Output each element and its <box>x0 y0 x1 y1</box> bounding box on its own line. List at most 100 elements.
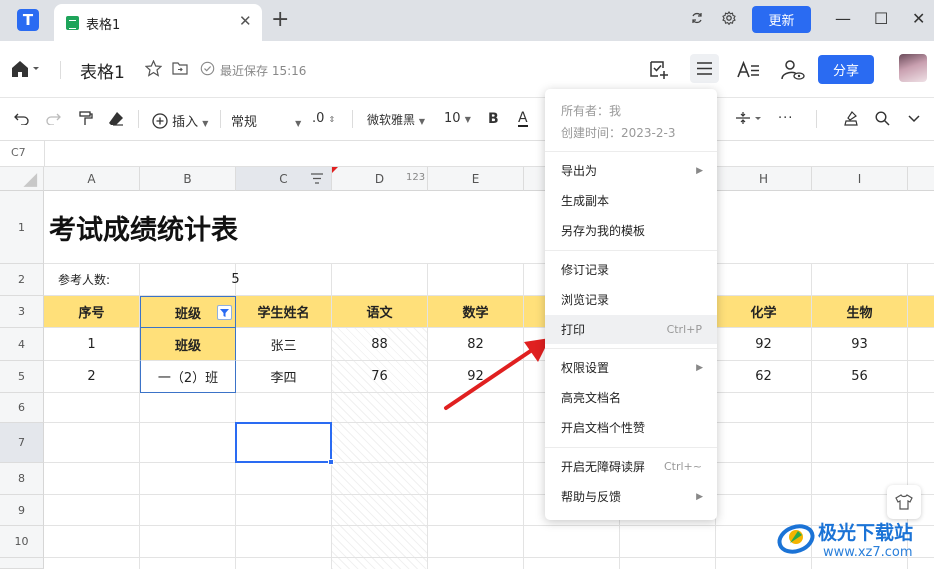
new-tab-button[interactable]: + <box>271 7 289 32</box>
minimize-button[interactable]: — <box>835 9 851 28</box>
menu-item-print[interactable]: 打印 Ctrl+P <box>545 315 717 344</box>
cell-b4[interactable]: 班级 <box>140 328 236 361</box>
theme-button[interactable] <box>887 485 921 519</box>
cell-b5[interactable]: 一（2）班 <box>140 361 236 393</box>
menu-item-view-history[interactable]: 浏览记录 <box>545 285 717 314</box>
row-header-6[interactable]: 6 <box>0 393 44 423</box>
font-family-select[interactable]: 微软雅黑 ▼ <box>367 111 425 128</box>
collaborator-view-icon[interactable] <box>781 59 805 81</box>
column-header-j[interactable] <box>908 167 934 191</box>
header-cell-h3[interactable]: 化学 <box>716 296 812 328</box>
user-avatar[interactable] <box>899 54 927 82</box>
cell-reference-box[interactable]: C7 <box>11 146 26 159</box>
update-button[interactable]: 更新 <box>752 6 811 33</box>
app-logo[interactable]: T <box>17 9 39 31</box>
search-icon[interactable] <box>875 111 890 126</box>
tab-document[interactable]: 表格1 ✕ <box>54 4 262 41</box>
header-cell-j3[interactable] <box>908 296 934 328</box>
redo-icon[interactable] <box>46 111 61 125</box>
row-header-1[interactable]: 1 <box>0 191 44 264</box>
participants-value-cell[interactable]: 5 <box>140 264 332 296</box>
menu-item-revision-history[interactable]: 修订记录 <box>545 255 717 284</box>
participants-label-cell[interactable]: 参考人数: <box>44 264 140 296</box>
menu-item-highlight-name[interactable]: 高亮文档名 <box>545 383 717 412</box>
close-window-button[interactable]: ✕ <box>912 9 925 28</box>
filter-menu-icon[interactable] <box>310 172 324 185</box>
row-header-10[interactable]: 10 <box>0 526 44 558</box>
fill-handle[interactable] <box>328 459 334 465</box>
settings-gear-icon[interactable] <box>722 11 736 25</box>
cell-a5[interactable]: 2 <box>44 361 140 393</box>
header-cell-e3[interactable]: 数学 <box>428 296 524 328</box>
column-header-a[interactable]: A <box>44 167 140 191</box>
column-header-e[interactable]: E <box>428 167 524 191</box>
document-title[interactable]: 表格1 <box>80 58 125 83</box>
column-header-c[interactable]: C <box>236 167 332 191</box>
text-format-icon[interactable] <box>737 60 761 80</box>
align-vertical-icon[interactable] <box>735 111 761 125</box>
decimal-label: .0 <box>312 111 325 126</box>
collapse-toolbar-icon[interactable] <box>907 111 921 125</box>
cell-i4[interactable]: 93 <box>812 328 908 361</box>
column-header-b[interactable]: B <box>140 167 236 191</box>
selected-cell-c7[interactable] <box>235 422 332 463</box>
chevron-right-icon: ▶ <box>696 491 703 502</box>
cell-c5[interactable]: 李四 <box>236 361 332 393</box>
cell-h4[interactable]: 92 <box>716 328 812 361</box>
share-button[interactable]: 分享 <box>818 55 874 84</box>
number-format-select[interactable]: 常规 ▼ <box>231 111 301 130</box>
home-icon[interactable] <box>11 60 39 78</box>
decimal-places-stepper[interactable]: .0 ⇕ <box>312 111 335 126</box>
row-header-3[interactable]: 3 <box>0 296 44 328</box>
cell-h5[interactable]: 62 <box>716 361 812 393</box>
more-menu-button[interactable] <box>690 54 719 83</box>
sync-icon[interactable] <box>690 11 704 25</box>
cell-c4[interactable]: 张三 <box>236 328 332 361</box>
cleaner-brush-icon[interactable] <box>843 111 859 126</box>
star-icon[interactable] <box>145 60 162 77</box>
cell-i5[interactable]: 56 <box>812 361 908 393</box>
font-color-button[interactable]: A <box>518 111 528 127</box>
column-header-h[interactable]: H <box>716 167 812 191</box>
format-painter-icon[interactable] <box>78 111 93 126</box>
menu-item-help-feedback[interactable]: 帮助与反馈 ▶ <box>545 482 717 511</box>
row-header-9[interactable]: 9 <box>0 495 44 526</box>
maximize-button[interactable]: ☐ <box>874 9 888 28</box>
undo-icon[interactable] <box>14 111 29 125</box>
menu-item-enable-likes[interactable]: 开启文档个性赞 <box>545 413 717 442</box>
annotation-arrow <box>444 338 550 410</box>
cell-a4[interactable]: 1 <box>44 328 140 361</box>
menu-item-duplicate[interactable]: 生成副本 <box>545 186 717 215</box>
eraser-icon[interactable] <box>108 111 124 126</box>
header-cell-i3[interactable]: 生物 <box>812 296 908 328</box>
tab-close-icon[interactable]: ✕ <box>239 12 252 30</box>
column-header-i[interactable]: I <box>812 167 908 191</box>
bold-button[interactable]: B <box>488 111 499 127</box>
insert-menu[interactable]: 插入 ▼ <box>152 111 208 130</box>
cell-d5[interactable]: 76 <box>332 361 428 393</box>
column-header-d[interactable]: D 123 <box>332 167 428 191</box>
header-cell-d3[interactable]: 语文 <box>332 296 428 328</box>
header-cell-c3[interactable]: 学生姓名 <box>236 296 332 328</box>
menu-item-permissions[interactable]: 权限设置 ▶ <box>545 353 717 382</box>
header-cell-b3[interactable]: 班级 <box>140 296 236 328</box>
row-header-8[interactable]: 8 <box>0 463 44 495</box>
row-header-5[interactable]: 5 <box>0 361 44 393</box>
font-size-select[interactable]: 10 ▼ <box>444 111 471 126</box>
sheet-title-cell[interactable]: 考试成绩统计表 <box>44 191 524 264</box>
move-to-folder-icon[interactable] <box>172 61 188 76</box>
cell-d4[interactable]: 88 <box>332 328 428 361</box>
formula-bar: C7 <box>0 141 934 167</box>
header-cell-a3[interactable]: 序号 <box>44 296 140 328</box>
menu-item-screen-reader[interactable]: 开启无障碍读屏 Ctrl+~ <box>545 452 717 481</box>
row-header-4[interactable]: 4 <box>0 328 44 361</box>
add-task-icon[interactable] <box>648 59 670 81</box>
row-header-7[interactable]: 7 <box>0 423 44 463</box>
row-header-11[interactable] <box>0 558 44 569</box>
more-tools-button[interactable]: ··· <box>778 111 793 126</box>
select-all-corner[interactable] <box>0 167 44 191</box>
row-header-2[interactable]: 2 <box>0 264 44 296</box>
menu-item-export[interactable]: 导出为 ▶ <box>545 156 717 185</box>
filter-icon[interactable] <box>217 305 232 320</box>
menu-item-save-as-template[interactable]: 另存为我的模板 <box>545 216 717 245</box>
